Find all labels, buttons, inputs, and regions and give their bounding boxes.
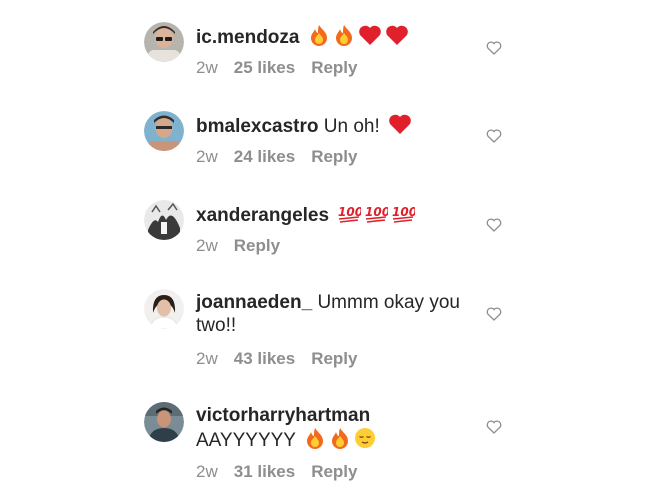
- heart-outline-icon[interactable]: [486, 419, 502, 435]
- avatar[interactable]: [144, 289, 184, 329]
- avatar[interactable]: [144, 200, 184, 240]
- heart-outline-icon[interactable]: [486, 128, 502, 144]
- comment-username[interactable]: bmalexcastro: [196, 116, 319, 137]
- hundred-points-emoji: 100: [337, 202, 363, 230]
- red-heart-emoji: [388, 113, 412, 141]
- comment-meta: 2w 43 likes Reply: [196, 349, 373, 369]
- comment-body: AAYYYYYY: [196, 430, 296, 451]
- comment-time: 2w: [196, 236, 218, 255]
- avatar[interactable]: [144, 111, 184, 151]
- comment-text: joannaeden_ Ummm okay you two!!: [196, 291, 466, 337]
- comment-time: 2w: [196, 462, 218, 481]
- red-heart-emoji: [358, 24, 382, 52]
- reply-button[interactable]: Reply: [311, 147, 357, 166]
- relieved-face-emoji: [354, 427, 376, 455]
- reply-button[interactable]: Reply: [234, 236, 280, 255]
- comment-text: victorharryhartman AAYYYYYY: [196, 404, 466, 455]
- fire-emoji: [308, 24, 330, 52]
- avatar[interactable]: [144, 22, 184, 62]
- comment-text: xanderangeles 100 100 100: [196, 202, 466, 230]
- likes-count[interactable]: 43 likes: [234, 349, 295, 368]
- comment-username[interactable]: victorharryhartman: [196, 405, 370, 426]
- comment-text: bmalexcastro Un oh!: [196, 113, 466, 141]
- comment-username[interactable]: ic.mendoza: [196, 27, 299, 48]
- comment-meta: 2w 25 likes Reply: [196, 58, 373, 78]
- heart-outline-icon[interactable]: [486, 40, 502, 56]
- heart-outline-icon[interactable]: [486, 306, 502, 322]
- comment-meta: 2w 31 likes Reply: [196, 462, 373, 482]
- red-heart-emoji: [385, 24, 409, 52]
- fire-emoji: [333, 24, 355, 52]
- likes-count[interactable]: 25 likes: [234, 58, 295, 77]
- comment-text: ic.mendoza: [196, 24, 466, 52]
- heart-outline-icon[interactable]: [486, 217, 502, 233]
- hundred-points-emoji: 100: [364, 202, 390, 230]
- likes-count[interactable]: 31 likes: [234, 462, 295, 481]
- fire-emoji: [329, 427, 351, 455]
- hundred-points-emoji: 100: [391, 202, 417, 230]
- likes-count[interactable]: 24 likes: [234, 147, 295, 166]
- comment-username[interactable]: xanderangeles: [196, 205, 329, 226]
- reply-button[interactable]: Reply: [311, 462, 357, 481]
- comment-body: Un oh!: [323, 116, 380, 137]
- comment-time: 2w: [196, 58, 218, 77]
- avatar[interactable]: [144, 402, 184, 442]
- comment-meta: 2w 24 likes Reply: [196, 147, 373, 167]
- comment-time: 2w: [196, 147, 218, 166]
- fire-emoji: [304, 427, 326, 455]
- comment-time: 2w: [196, 349, 218, 368]
- comment-username[interactable]: joannaeden_: [196, 292, 312, 313]
- reply-button[interactable]: Reply: [311, 349, 357, 368]
- comment-meta: 2w Reply: [196, 236, 296, 256]
- reply-button[interactable]: Reply: [311, 58, 357, 77]
